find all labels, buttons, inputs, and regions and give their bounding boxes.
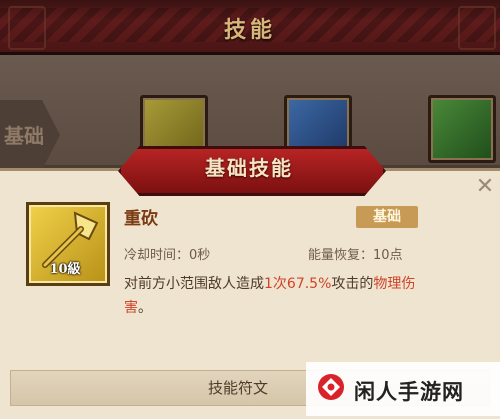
panel-title: 基础技能 bbox=[205, 156, 293, 180]
side-tab-label: 基础 bbox=[4, 124, 44, 148]
desc-hit-count: 1次 bbox=[264, 276, 287, 292]
skill-tag-badge: 基础 bbox=[356, 206, 418, 228]
energy-stat: 能量恢复：10点 bbox=[308, 248, 403, 263]
desc-percent: 67.5% bbox=[286, 276, 332, 292]
skill-description: 对前方小范围敌人造成1次67.5%攻击的物理伤害。 bbox=[124, 272, 424, 320]
page-title: 技能 bbox=[223, 18, 276, 43]
skill-level: 10級 bbox=[49, 262, 81, 277]
desc-end: 。 bbox=[138, 300, 152, 316]
skill-name: 重砍 bbox=[124, 209, 158, 229]
desc-text: 对前方小范围敌人造成 bbox=[124, 276, 264, 292]
rune-bar-label: 技能符文 bbox=[208, 379, 269, 397]
watermark-text: 闲人手游网 bbox=[354, 380, 464, 404]
close-icon[interactable]: ✕ bbox=[474, 176, 496, 198]
skill-slot-green[interactable] bbox=[428, 95, 496, 163]
desc-text-2: 攻击的 bbox=[331, 276, 374, 292]
cooldown-stat: 冷却时间：0秒 bbox=[124, 248, 211, 263]
watermark-logo bbox=[318, 374, 344, 400]
